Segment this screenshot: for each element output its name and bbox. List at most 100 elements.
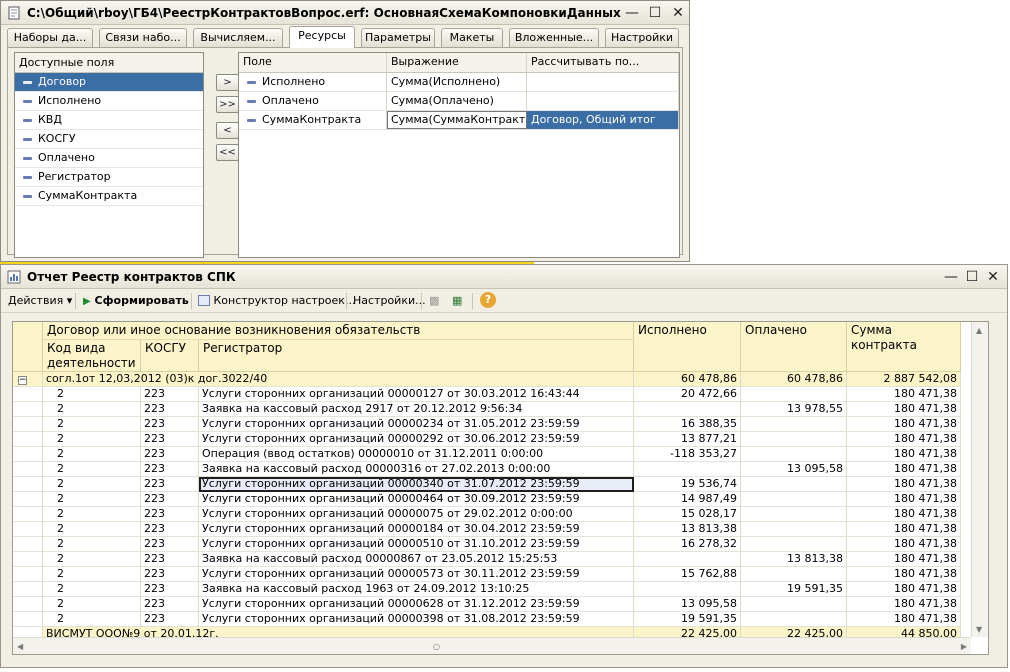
registrar-cell[interactable]: Услуги сторонних организаций 00000292 от… bbox=[199, 432, 634, 447]
paid-cell[interactable] bbox=[741, 567, 847, 582]
kosgu-cell[interactable]: 223 bbox=[141, 492, 199, 507]
registrar-cell[interactable]: Операция (ввод остатков) 00000010 от 31.… bbox=[199, 447, 634, 462]
sum-cell[interactable]: 180 471,38 bbox=[847, 537, 961, 552]
sum-cell[interactable]: 180 471,38 bbox=[847, 612, 961, 627]
close-icon[interactable]: ✕ bbox=[984, 268, 1002, 286]
calculate-by-cell[interactable] bbox=[527, 73, 679, 91]
kosgu-cell[interactable]: 223 bbox=[141, 432, 199, 447]
paid-cell[interactable]: 19 591,35 bbox=[741, 582, 847, 597]
paid-cell[interactable]: 13 095,58 bbox=[741, 462, 847, 477]
sum-cell[interactable]: 180 471,38 bbox=[847, 507, 961, 522]
executed-cell[interactable]: 13 813,38 bbox=[634, 522, 741, 537]
registrar-cell[interactable]: Услуги сторонних организаций 00000340 от… bbox=[199, 477, 634, 492]
kvd-cell[interactable]: 2 bbox=[43, 477, 141, 492]
paid-cell[interactable] bbox=[741, 507, 847, 522]
registrar-cell[interactable]: Услуги сторонних организаций 00000075 от… bbox=[199, 507, 634, 522]
paid-cell[interactable] bbox=[741, 492, 847, 507]
paid-cell[interactable] bbox=[741, 597, 847, 612]
add-all-fields-button[interactable]: >> bbox=[216, 96, 239, 113]
table-row[interactable]: 2 223 Услуги сторонних организаций 0000034… bbox=[13, 477, 973, 492]
executed-cell[interactable]: 13 095,58 bbox=[634, 597, 741, 612]
kosgu-cell[interactable]: 223 bbox=[141, 477, 199, 492]
sum-cell[interactable]: 180 471,38 bbox=[847, 597, 961, 612]
kosgu-cell[interactable]: 223 bbox=[141, 387, 199, 402]
kosgu-cell[interactable]: 223 bbox=[141, 447, 199, 462]
kvd-cell[interactable]: 2 bbox=[43, 492, 141, 507]
column-header-field[interactable]: Поле bbox=[239, 53, 387, 72]
sum-cell[interactable]: 180 471,38 bbox=[847, 432, 961, 447]
column-header-paid[interactable]: Оплачено bbox=[741, 322, 847, 372]
registrar-cell[interactable]: Услуги сторонних организаций 00000464 от… bbox=[199, 492, 634, 507]
report-titlebar[interactable]: Отчет Реестр контрактов СПК — ☐ ✕ bbox=[1, 265, 1007, 289]
list-item[interactable]: Оплачено bbox=[15, 149, 203, 168]
registrar-cell[interactable]: Услуги сторонних организаций 00000184 от… bbox=[199, 522, 634, 537]
calculate-by-cell[interactable] bbox=[527, 92, 679, 110]
tab-datasets[interactable]: Наборы да... bbox=[7, 28, 93, 47]
calculate-by-cell[interactable]: Договор, Общий итог bbox=[527, 111, 679, 129]
kosgu-cell[interactable]: 223 bbox=[141, 552, 199, 567]
executed-cell[interactable] bbox=[634, 402, 741, 417]
horizontal-scrollbar[interactable]: ◀ ○ ▶ bbox=[13, 637, 971, 654]
paid-cell[interactable]: 13 978,55 bbox=[741, 402, 847, 417]
table-row[interactable]: 2 223 Услуги сторонних организаций 0000046… bbox=[13, 492, 973, 507]
registrar-cell[interactable]: Услуги сторонних организаций 00000398 от… bbox=[199, 612, 634, 627]
executed-cell[interactable] bbox=[634, 462, 741, 477]
executed-cell[interactable] bbox=[634, 582, 741, 597]
kvd-cell[interactable]: 2 bbox=[43, 537, 141, 552]
kosgu-cell[interactable]: 223 bbox=[141, 537, 199, 552]
table-row[interactable]: СуммаКонтракта Сумма(СуммаКонтракта) Дог… bbox=[239, 111, 679, 130]
paid-cell[interactable] bbox=[741, 537, 847, 552]
minimize-icon[interactable]: — bbox=[623, 4, 641, 22]
tab-parameters[interactable]: Параметры bbox=[361, 28, 435, 47]
save-icon[interactable]: ▦ bbox=[452, 294, 462, 307]
paid-cell[interactable] bbox=[741, 387, 847, 402]
kvd-cell[interactable]: 2 bbox=[43, 387, 141, 402]
scroll-up-icon[interactable]: ▲ bbox=[976, 326, 982, 335]
executed-cell[interactable]: 15 028,17 bbox=[634, 507, 741, 522]
list-item[interactable]: КВД bbox=[15, 111, 203, 130]
settings-constructor-button[interactable]: Конструктор настроек... bbox=[198, 294, 355, 307]
tab-calculated[interactable]: Вычисляем... bbox=[193, 28, 283, 47]
tab-nested[interactable]: Вложенные... bbox=[509, 28, 599, 47]
paid-cell[interactable] bbox=[741, 477, 847, 492]
kvd-cell[interactable]: 2 bbox=[43, 417, 141, 432]
paid-cell[interactable] bbox=[741, 612, 847, 627]
kvd-cell[interactable]: 2 bbox=[43, 432, 141, 447]
expression-cell[interactable]: Сумма(Оплачено) bbox=[387, 92, 527, 110]
paid-cell[interactable] bbox=[741, 522, 847, 537]
paid-cell[interactable] bbox=[741, 417, 847, 432]
sum-cell[interactable]: 180 471,38 bbox=[847, 447, 961, 462]
add-field-button[interactable]: > bbox=[216, 74, 239, 91]
kosgu-cell[interactable]: 223 bbox=[141, 522, 199, 537]
tab-resources[interactable]: Ресурсы bbox=[289, 26, 355, 48]
column-header-sum[interactable]: Сумма контракта bbox=[847, 322, 961, 372]
kvd-cell[interactable]: 2 bbox=[43, 582, 141, 597]
sum-cell[interactable]: 180 471,38 bbox=[847, 417, 961, 432]
registrar-cell[interactable]: Услуги сторонних организаций 00000234 от… bbox=[199, 417, 634, 432]
table-row[interactable]: 2 223 Услуги сторонних организаций 0000029… bbox=[13, 432, 973, 447]
kvd-cell[interactable]: 2 bbox=[43, 612, 141, 627]
sum-cell[interactable]: 180 471,38 bbox=[847, 582, 961, 597]
kvd-cell[interactable]: 2 bbox=[43, 402, 141, 417]
kvd-cell[interactable]: 2 bbox=[43, 447, 141, 462]
list-item[interactable]: КОСГУ bbox=[15, 130, 203, 149]
executed-cell[interactable]: 19 591,35 bbox=[634, 612, 741, 627]
dcs-editor-titlebar[interactable]: C:\Общий\rboy\ГБ4\РеестрКонтрактовВопрос… bbox=[1, 1, 689, 25]
sum-cell[interactable]: 180 471,38 bbox=[847, 552, 961, 567]
print-icon[interactable]: ▩ bbox=[429, 294, 439, 307]
kosgu-cell[interactable]: 223 bbox=[141, 582, 199, 597]
scroll-thumb-icon[interactable]: ○ bbox=[433, 642, 440, 651]
list-item[interactable]: Исполнено bbox=[15, 92, 203, 111]
kvd-cell[interactable]: 2 bbox=[43, 552, 141, 567]
table-row[interactable]: 2 223 Услуги сторонних организаций 0000023… bbox=[13, 417, 973, 432]
kvd-cell[interactable]: 2 bbox=[43, 462, 141, 477]
paid-cell[interactable] bbox=[741, 447, 847, 462]
tab-settings[interactable]: Настройки bbox=[605, 28, 679, 47]
vertical-scrollbar[interactable]: ▲ ▼ bbox=[971, 322, 988, 637]
remove-field-button[interactable]: < bbox=[216, 122, 239, 139]
remove-all-fields-button[interactable]: << bbox=[216, 144, 239, 161]
table-row[interactable]: 2 223 Заявка на кассовый расход 1963 от 24… bbox=[13, 582, 973, 597]
actions-menu[interactable]: Действия ▾ bbox=[8, 294, 72, 307]
sum-cell[interactable]: 180 471,38 bbox=[847, 477, 961, 492]
table-row[interactable]: 2 223 Услуги сторонних организаций 0000062… bbox=[13, 597, 973, 612]
